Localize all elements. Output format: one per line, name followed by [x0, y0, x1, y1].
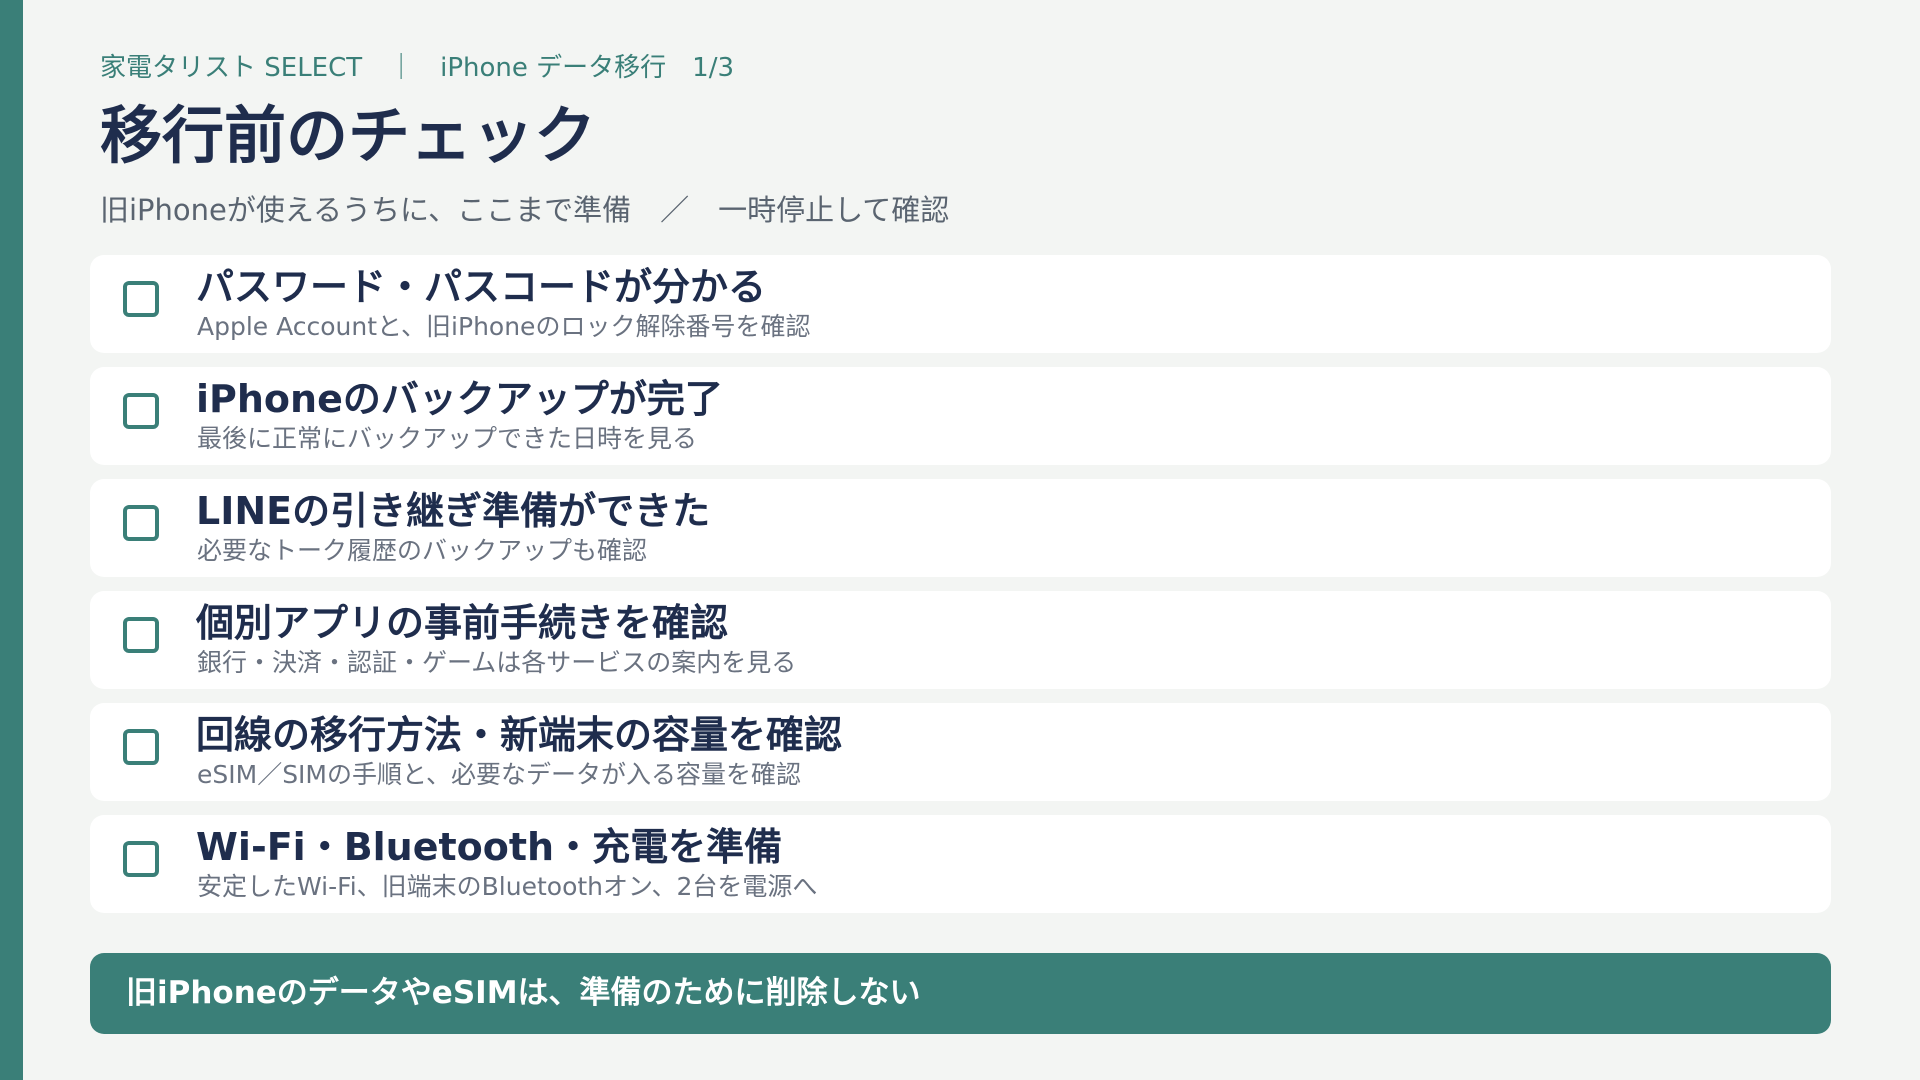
- breadcrumb: 家電タリスト SELECT ｜ iPhone データ移行 1/3: [100, 53, 735, 83]
- checklist-item-title: LINEの引き継ぎ準備ができた: [196, 489, 711, 533]
- checklist-item-title: Wi-Fi・Bluetooth・充電を準備: [196, 825, 783, 869]
- checkbox[interactable]: [123, 505, 159, 541]
- checklist-item-description: 必要なトーク履歴のバックアップも確認: [197, 536, 648, 565]
- checkbox[interactable]: [123, 393, 159, 429]
- checklist-item-carrier[interactable]: 回線の移行方法・新端末の容量を確認 eSIM／SIMの手順と、必要なデータが入る…: [90, 703, 1831, 801]
- checklist-item-title: 個別アプリの事前手続きを確認: [196, 601, 729, 645]
- checklist: パスワード・パスコードが分かる Apple Accountと、旧iPhoneのロ…: [90, 255, 1831, 927]
- checklist-item-password[interactable]: パスワード・パスコードが分かる Apple Accountと、旧iPhoneのロ…: [90, 255, 1831, 353]
- checklist-item-title: パスワード・パスコードが分かる: [196, 265, 767, 309]
- page-subtitle: 旧iPhoneが使えるうちに、ここまで準備 ／ 一時停止して確認: [100, 193, 950, 227]
- checklist-item-apps[interactable]: 個別アプリの事前手続きを確認 銀行・決済・認証・ゲームは各サービスの案内を見る: [90, 591, 1831, 689]
- checklist-item-line[interactable]: LINEの引き継ぎ準備ができた 必要なトーク履歴のバックアップも確認: [90, 479, 1831, 577]
- checkbox[interactable]: [123, 617, 159, 653]
- checklist-item-backup[interactable]: iPhoneのバックアップが完了 最後に正常にバックアップできた日時を見る: [90, 367, 1831, 465]
- checklist-item-title: iPhoneのバックアップが完了: [196, 377, 723, 421]
- checkbox[interactable]: [123, 281, 159, 317]
- checklist-item-description: eSIM／SIMの手順と、必要なデータが入る容量を確認: [197, 760, 802, 789]
- checkbox[interactable]: [123, 729, 159, 765]
- checklist-item-description: Apple Accountと、旧iPhoneのロック解除番号を確認: [197, 312, 811, 341]
- checklist-item-title: 回線の移行方法・新端末の容量を確認: [196, 713, 843, 757]
- warning-banner: 旧iPhoneのデータやeSIMは、準備のために削除しない: [90, 953, 1831, 1034]
- checkbox[interactable]: [123, 841, 159, 877]
- checklist-item-description: 最後に正常にバックアップできた日時を見る: [197, 424, 698, 453]
- checklist-item-description: 銀行・決済・認証・ゲームは各サービスの案内を見る: [197, 648, 797, 677]
- checklist-item-description: 安定したWi-Fi、旧端末のBluetoothオン、2台を電源へ: [197, 872, 818, 901]
- checklist-item-connectivity[interactable]: Wi-Fi・Bluetooth・充電を準備 安定したWi-Fi、旧端末のBlue…: [90, 815, 1831, 913]
- page-title: 移行前のチェック: [100, 99, 597, 172]
- accent-bar: [0, 0, 23, 1080]
- header: 家電タリスト SELECT ｜ iPhone データ移行 1/3 移行前のチェッ…: [100, 50, 1800, 230]
